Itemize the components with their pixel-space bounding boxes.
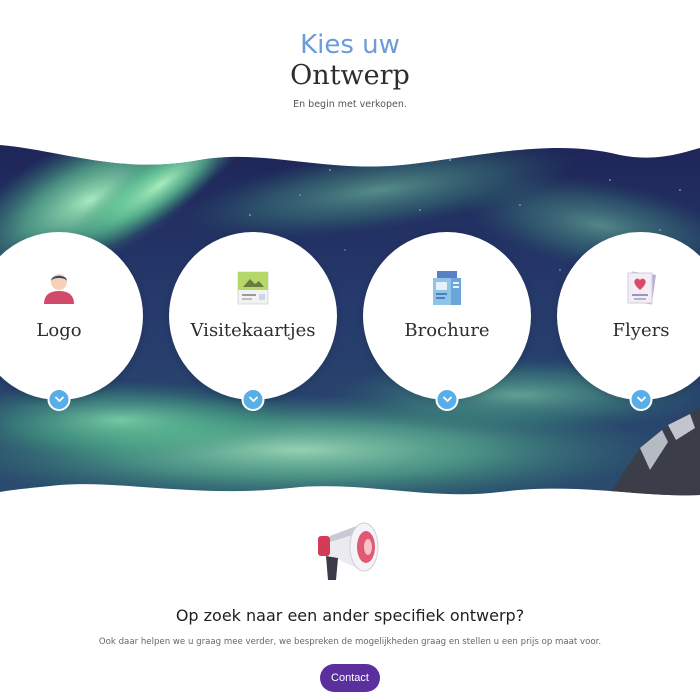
page-title: Ontwerp [290, 60, 410, 91]
business-card-icon [237, 271, 269, 305]
chevron-down-icon [442, 396, 452, 403]
cta-description: Ook daar helpen we u graag mee verder, w… [98, 637, 602, 647]
card-brochure[interactable]: Brochure [363, 232, 531, 411]
contact-button[interactable]: Contact [320, 664, 380, 692]
card-label: Brochure [404, 320, 490, 341]
expand-toggle[interactable] [435, 388, 459, 411]
card-visitekaartjes[interactable]: Visitekaartjes [169, 232, 337, 411]
user-avatar-icon [44, 274, 74, 304]
card-label: Logo [36, 320, 82, 341]
hero-header: Kies uw Ontwerp En begin met verkopen. [0, 0, 700, 140]
card-label: Flyers [612, 320, 670, 341]
cta-heading: Op zoek naar een ander specifiek ontwerp… [175, 606, 525, 625]
card-label: Visitekaartjes [190, 320, 316, 341]
flyer-icon [627, 271, 656, 305]
chevron-down-icon [248, 396, 258, 403]
chevron-down-icon [54, 396, 64, 403]
expand-toggle[interactable] [241, 388, 265, 411]
title-top: Kies uw [300, 30, 400, 60]
brochure-icon [433, 271, 461, 305]
chevron-down-icon [636, 396, 646, 403]
expand-toggle[interactable] [629, 388, 653, 411]
megaphone-icon [318, 522, 379, 580]
expand-toggle[interactable] [47, 388, 71, 411]
page-subtitle: En begin met verkopen. [293, 99, 407, 110]
